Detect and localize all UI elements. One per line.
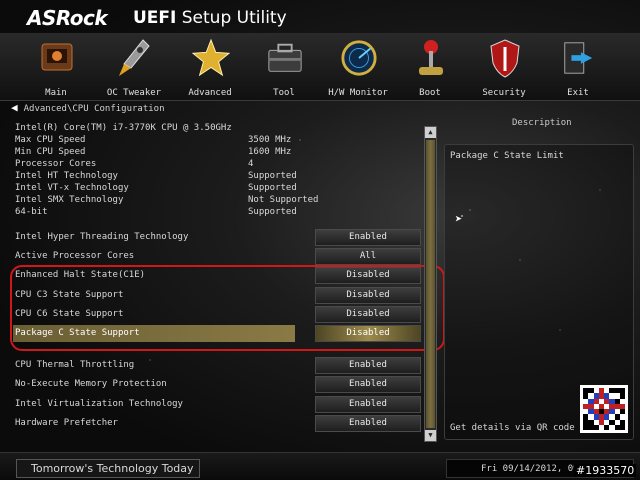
top-nav: Main OC Tweaker Advanced Tool H/W Monito…	[0, 33, 640, 101]
setting-label: Intel Virtualization Technology	[15, 399, 183, 409]
info-row: Intel SMX Technology Not Supported	[15, 195, 425, 207]
description-title: Description	[512, 118, 572, 128]
app-title-bold: UEFI	[133, 8, 177, 28]
tab-exit-label: Exit	[567, 88, 589, 98]
setting-hw-prefetcher[interactable]: Hardware Prefetcher Enabled	[15, 415, 425, 432]
tab-boot[interactable]: Boot	[394, 33, 466, 101]
qr-code-icon[interactable]	[580, 385, 628, 433]
info-value: 3500 MHz	[248, 135, 292, 145]
setting-c1e[interactable]: Enhanced Halt State(C1E) Disabled	[15, 267, 425, 284]
setting-value-button[interactable]: Disabled	[315, 287, 421, 304]
setting-value-button[interactable]: Enabled	[315, 229, 421, 246]
setting-label: CPU Thermal Throttling	[15, 360, 135, 370]
toolbox-icon	[266, 36, 304, 80]
main-icon	[38, 36, 76, 80]
setting-label: CPU C3 State Support	[15, 290, 124, 300]
info-value: Supported	[248, 171, 297, 181]
setting-value-button[interactable]: Enabled	[315, 357, 421, 374]
shield-icon	[486, 36, 524, 80]
info-label: Processor Cores	[15, 159, 97, 169]
info-label: Intel SMX Technology	[15, 195, 124, 205]
description-text: Package C State Limit	[450, 151, 564, 161]
tab-security[interactable]: Security	[468, 33, 540, 101]
scrollbar[interactable]: ▲ ▼	[424, 126, 437, 442]
info-label: Intel VT-x Technology	[15, 183, 129, 193]
setting-label: Enhanced Halt State(C1E)	[15, 270, 146, 280]
setting-thermal-throttling[interactable]: CPU Thermal Throttling Enabled	[15, 357, 425, 374]
mouse-cursor-icon: ➤	[455, 212, 463, 226]
star-icon	[192, 36, 230, 80]
setting-package-c-state[interactable]: Package C State Support Disabled	[13, 325, 425, 342]
tab-advanced-label: Advanced	[188, 88, 232, 98]
scroll-down-icon[interactable]: ▼	[425, 430, 436, 441]
setting-virtualization[interactable]: Intel Virtualization Technology Enabled	[15, 396, 425, 413]
setting-label: Active Processor Cores	[15, 251, 135, 261]
joystick-icon	[412, 36, 450, 80]
setting-value-button[interactable]: All	[315, 248, 421, 265]
info-row: 64-bit Supported	[15, 207, 425, 219]
tab-oc-tweaker[interactable]: OC Tweaker	[98, 33, 170, 101]
setting-value-button[interactable]: Enabled	[315, 415, 421, 432]
tab-security-label: Security	[482, 88, 526, 98]
info-row: Processor Cores 4	[15, 159, 425, 171]
info-label: Intel(R) Core(TM) i7-3770K CPU @ 3.50GHz	[15, 123, 232, 133]
info-label: Min CPU Speed	[15, 147, 86, 157]
radar-icon	[340, 36, 378, 80]
setting-label: Package C State Support	[15, 328, 140, 338]
setting-label: Intel Hyper Threading Technology	[15, 232, 189, 242]
tab-oc-tweaker-label: OC Tweaker	[106, 88, 162, 98]
setting-label: Hardware Prefetcher	[15, 418, 118, 428]
info-row: Intel VT-x Technology Supported	[15, 183, 425, 195]
rocket-icon	[116, 36, 154, 80]
setting-hyper-threading[interactable]: Intel Hyper Threading Technology Enabled	[15, 229, 425, 246]
tab-main[interactable]: Main	[20, 33, 92, 101]
scroll-up-icon[interactable]: ▲	[425, 127, 436, 138]
tab-hw-monitor[interactable]: H/W Monitor	[322, 33, 394, 101]
setting-value-button[interactable]: Disabled	[315, 306, 421, 323]
setting-c6-state[interactable]: CPU C6 State Support Disabled	[15, 306, 425, 323]
tab-tool[interactable]: Tool	[248, 33, 320, 101]
tab-boot-label: Boot	[419, 88, 441, 98]
asrock-logo: ASRock	[27, 6, 108, 30]
info-label: Max CPU Speed	[15, 135, 86, 145]
breadcrumb-text: Advanced\CPU Configuration	[23, 104, 165, 114]
setting-value-button[interactable]: Disabled	[315, 325, 421, 342]
exit-icon	[560, 36, 598, 80]
scroll-thumb[interactable]	[426, 140, 435, 428]
setting-label: CPU C6 State Support	[15, 309, 124, 319]
app-title: UEFI Setup Utility	[133, 8, 287, 28]
setting-value-button[interactable]: Enabled	[315, 376, 421, 393]
tab-tool-label: Tool	[273, 88, 295, 98]
info-row: Intel HT Technology Supported	[15, 171, 425, 183]
setting-nx-protection[interactable]: No-Execute Memory Protection Enabled	[15, 376, 425, 393]
info-value: 4	[248, 159, 254, 169]
setting-value-button[interactable]: Enabled	[315, 396, 421, 413]
tab-advanced[interactable]: Advanced	[174, 33, 246, 101]
setting-value-button[interactable]: Disabled	[315, 267, 421, 284]
footer: Tomorrow's Technology Today Fri 09/14/20…	[0, 452, 640, 480]
info-value: Supported	[248, 207, 297, 217]
setting-label: No-Execute Memory Protection	[15, 379, 167, 389]
app-title-rest: Setup Utility	[181, 8, 287, 28]
tab-hw-monitor-label: H/W Monitor	[328, 88, 388, 98]
setting-active-cores[interactable]: Active Processor Cores All	[15, 248, 425, 265]
back-arrow-icon[interactable]: ◀	[11, 101, 18, 114]
info-value: Not Supported	[248, 195, 319, 205]
header: ASRock UEFI Setup Utility	[0, 0, 640, 34]
info-value: 1600 MHz	[248, 147, 292, 157]
info-label: 64-bit	[15, 207, 48, 217]
tagline: Tomorrow's Technology Today	[16, 459, 200, 478]
qr-hint: Get details via QR code	[450, 423, 575, 433]
info-value: Supported	[248, 183, 297, 193]
info-row: Intel(R) Core(TM) i7-3770K CPU @ 3.50GHz	[15, 123, 425, 135]
setting-c3-state[interactable]: CPU C3 State Support Disabled	[15, 287, 425, 304]
info-label: Intel HT Technology	[15, 171, 118, 181]
tab-exit[interactable]: Exit	[542, 33, 614, 101]
watermark: #1933570	[574, 464, 637, 477]
tab-main-label: Main	[45, 88, 67, 98]
info-row: Max CPU Speed 3500 MHz	[15, 135, 425, 147]
info-row: Min CPU Speed 1600 MHz	[15, 147, 425, 159]
breadcrumb: ◀ Advanced\CPU Configuration	[11, 101, 165, 114]
